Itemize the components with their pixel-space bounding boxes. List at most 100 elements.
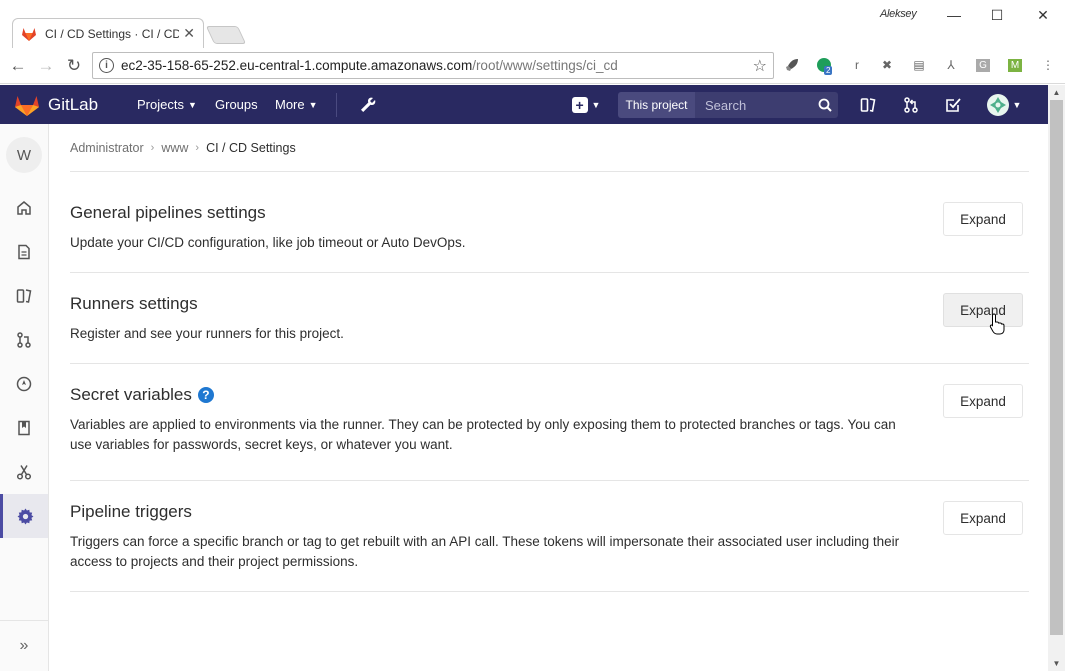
plus-square-icon: + [571,97,588,113]
browser-titlebar: CI / CD Settings · CI / CD ✕ Aleksey — ☐… [0,0,1065,48]
double-chevron-right-icon: » [19,637,29,654]
scissors-icon [16,465,32,480]
avatar [986,94,1009,116]
section-description: Triggers can force a specific branch or … [70,534,900,569]
groups-label: Groups [215,97,258,112]
tab-close-icon[interactable]: ✕ [183,25,195,42]
section-title: Runners settings [70,294,198,313]
browser-tab[interactable]: CI / CD Settings · CI / CD ✕ [12,18,204,48]
expand-button[interactable]: Expand [943,202,1023,236]
mouse-cursor-icon [989,313,1005,335]
back-icon[interactable]: ← [6,54,30,78]
scrollbar-thumb[interactable] [1050,100,1063,635]
breadcrumb-administrator[interactable]: Administrator [70,141,144,155]
groups-link[interactable]: Groups [215,97,258,112]
minimize-icon[interactable]: — [931,2,977,28]
more-dropdown[interactable]: More ▼ [275,97,318,112]
breadcrumb-www[interactable]: www [161,141,188,155]
pdf-extension-icon[interactable]: ⅄ [942,56,960,74]
section-title: Pipeline triggers [70,502,192,521]
new-item-dropdown[interactable]: + ▼ [569,94,603,116]
chevron-down-icon: ▼ [187,99,197,110]
search-box[interactable]: This project Search [618,92,838,118]
header-divider [336,93,337,117]
scroll-down-icon[interactable]: ▼ [1048,656,1065,671]
search-icon[interactable] [812,92,838,118]
chevron-down-icon: ▼ [591,100,601,110]
rocket-circle-icon [16,376,32,392]
chrome-menu-icon[interactable]: ⋮ [1039,56,1057,74]
section-title-text: Secret variables [70,385,192,404]
admin-area-wrench-icon[interactable] [357,94,379,116]
sidebar-item-repository[interactable] [0,230,48,274]
extension-badge: 2 [824,66,833,75]
search-scope-badge[interactable]: This project [618,92,695,118]
more-label: More [275,97,305,112]
project-sidebar: W » [0,124,49,671]
gitlab-favicon-icon [22,27,36,41]
book-icon [18,420,30,436]
breadcrumb-current[interactable]: CI / CD Settings [206,141,296,155]
projects-dropdown[interactable]: Projects ▼ [137,97,197,112]
bookmark-star-icon[interactable]: ☆ [753,56,767,76]
section-description: Update your CI/CD configuration, like jo… [70,235,466,250]
new-tab-button[interactable] [205,26,247,44]
todos-icon[interactable] [942,94,964,116]
sidebar-item-merge-requests[interactable] [0,318,48,362]
chevron-right-icon: › [195,141,200,154]
maximize-icon[interactable]: ☐ [974,2,1020,28]
sidebar-item-snippets[interactable] [0,450,48,494]
settings-section-runners: Runners settings Register and see your r… [70,273,1029,364]
m-extension-icon[interactable]: M [1006,56,1024,74]
section-description: Variables are applied to environments vi… [70,417,896,452]
help-icon[interactable]: ? [197,387,214,403]
address-bar[interactable]: i ec2-35-158-65-252.eu-central-1.compute… [92,52,774,79]
expand-button[interactable]: Expand [943,293,1023,327]
user-menu-dropdown[interactable]: ▼ [984,94,1024,116]
settings-section-general-pipelines: General pipelines settings Update your C… [70,172,1029,273]
settings-section-secret-variables: Secret variables ? Variables are applied… [70,364,1029,481]
chevron-down-icon: ▼ [1012,100,1022,110]
sidebar-item-ci-cd[interactable] [0,362,48,406]
sidebar-item-wiki[interactable] [0,406,48,450]
collapse-sidebar-button[interactable]: » [0,620,48,671]
gitlab-home-link[interactable]: GitLab [14,93,98,117]
sidebar-item-settings[interactable] [0,494,48,538]
gitlab-logo-icon [15,96,39,116]
r-extension-icon[interactable]: r [848,56,866,74]
chevron-down-icon: ▼ [308,99,318,110]
site-info-icon[interactable]: i [99,58,114,73]
chevron-right-icon: › [150,141,155,154]
scroll-up-icon[interactable]: ▲ [1048,85,1065,100]
section-description: Register and see your runners for this p… [70,326,344,341]
search-input[interactable]: Search [695,92,812,118]
issues-icon[interactable] [857,94,879,116]
project-avatar[interactable]: W [6,137,42,173]
puzzle-extension-icon[interactable]: ✖ [878,56,896,74]
close-window-icon[interactable]: ✕ [1020,2,1065,28]
section-title: Secret variables ? [70,385,1029,405]
green-dot-extension-icon[interactable]: 2 [815,56,833,75]
browser-toolbar: ← → ↻ i ec2-35-158-65-252.eu-central-1.c… [0,48,1065,84]
profile-name[interactable]: Aleksey [880,8,917,20]
home-icon [17,201,31,215]
settings-section-pipeline-triggers: Pipeline triggers Triggers can force a s… [70,481,1029,592]
sidebar-item-issues[interactable] [0,274,48,318]
breadcrumb: Administrator › www › CI / CD Settings [70,124,1029,172]
sidebar-item-project[interactable] [0,186,48,230]
merge-requests-icon[interactable] [900,94,922,116]
gitlab-header: GitLab Projects ▼ Groups More ▼ + ▼ This p… [0,85,1048,124]
document-icon [18,244,30,260]
gitlab-wordmark: GitLab [48,95,99,114]
reload-icon[interactable]: ↻ [62,54,86,78]
rocket-extension-icon[interactable] [783,56,801,74]
g-extension-icon[interactable]: G [974,56,992,74]
url-path: /root/www/settings/ci_cd [472,58,618,73]
forward-icon[interactable]: → [34,54,58,78]
expand-button[interactable]: Expand [943,384,1023,418]
merge-requests-icon [17,332,31,348]
grid-extension-icon[interactable]: ▤ [910,56,928,74]
issues-icon [16,289,32,303]
expand-button[interactable]: Expand [943,501,1023,535]
projects-label: Projects [137,97,184,112]
